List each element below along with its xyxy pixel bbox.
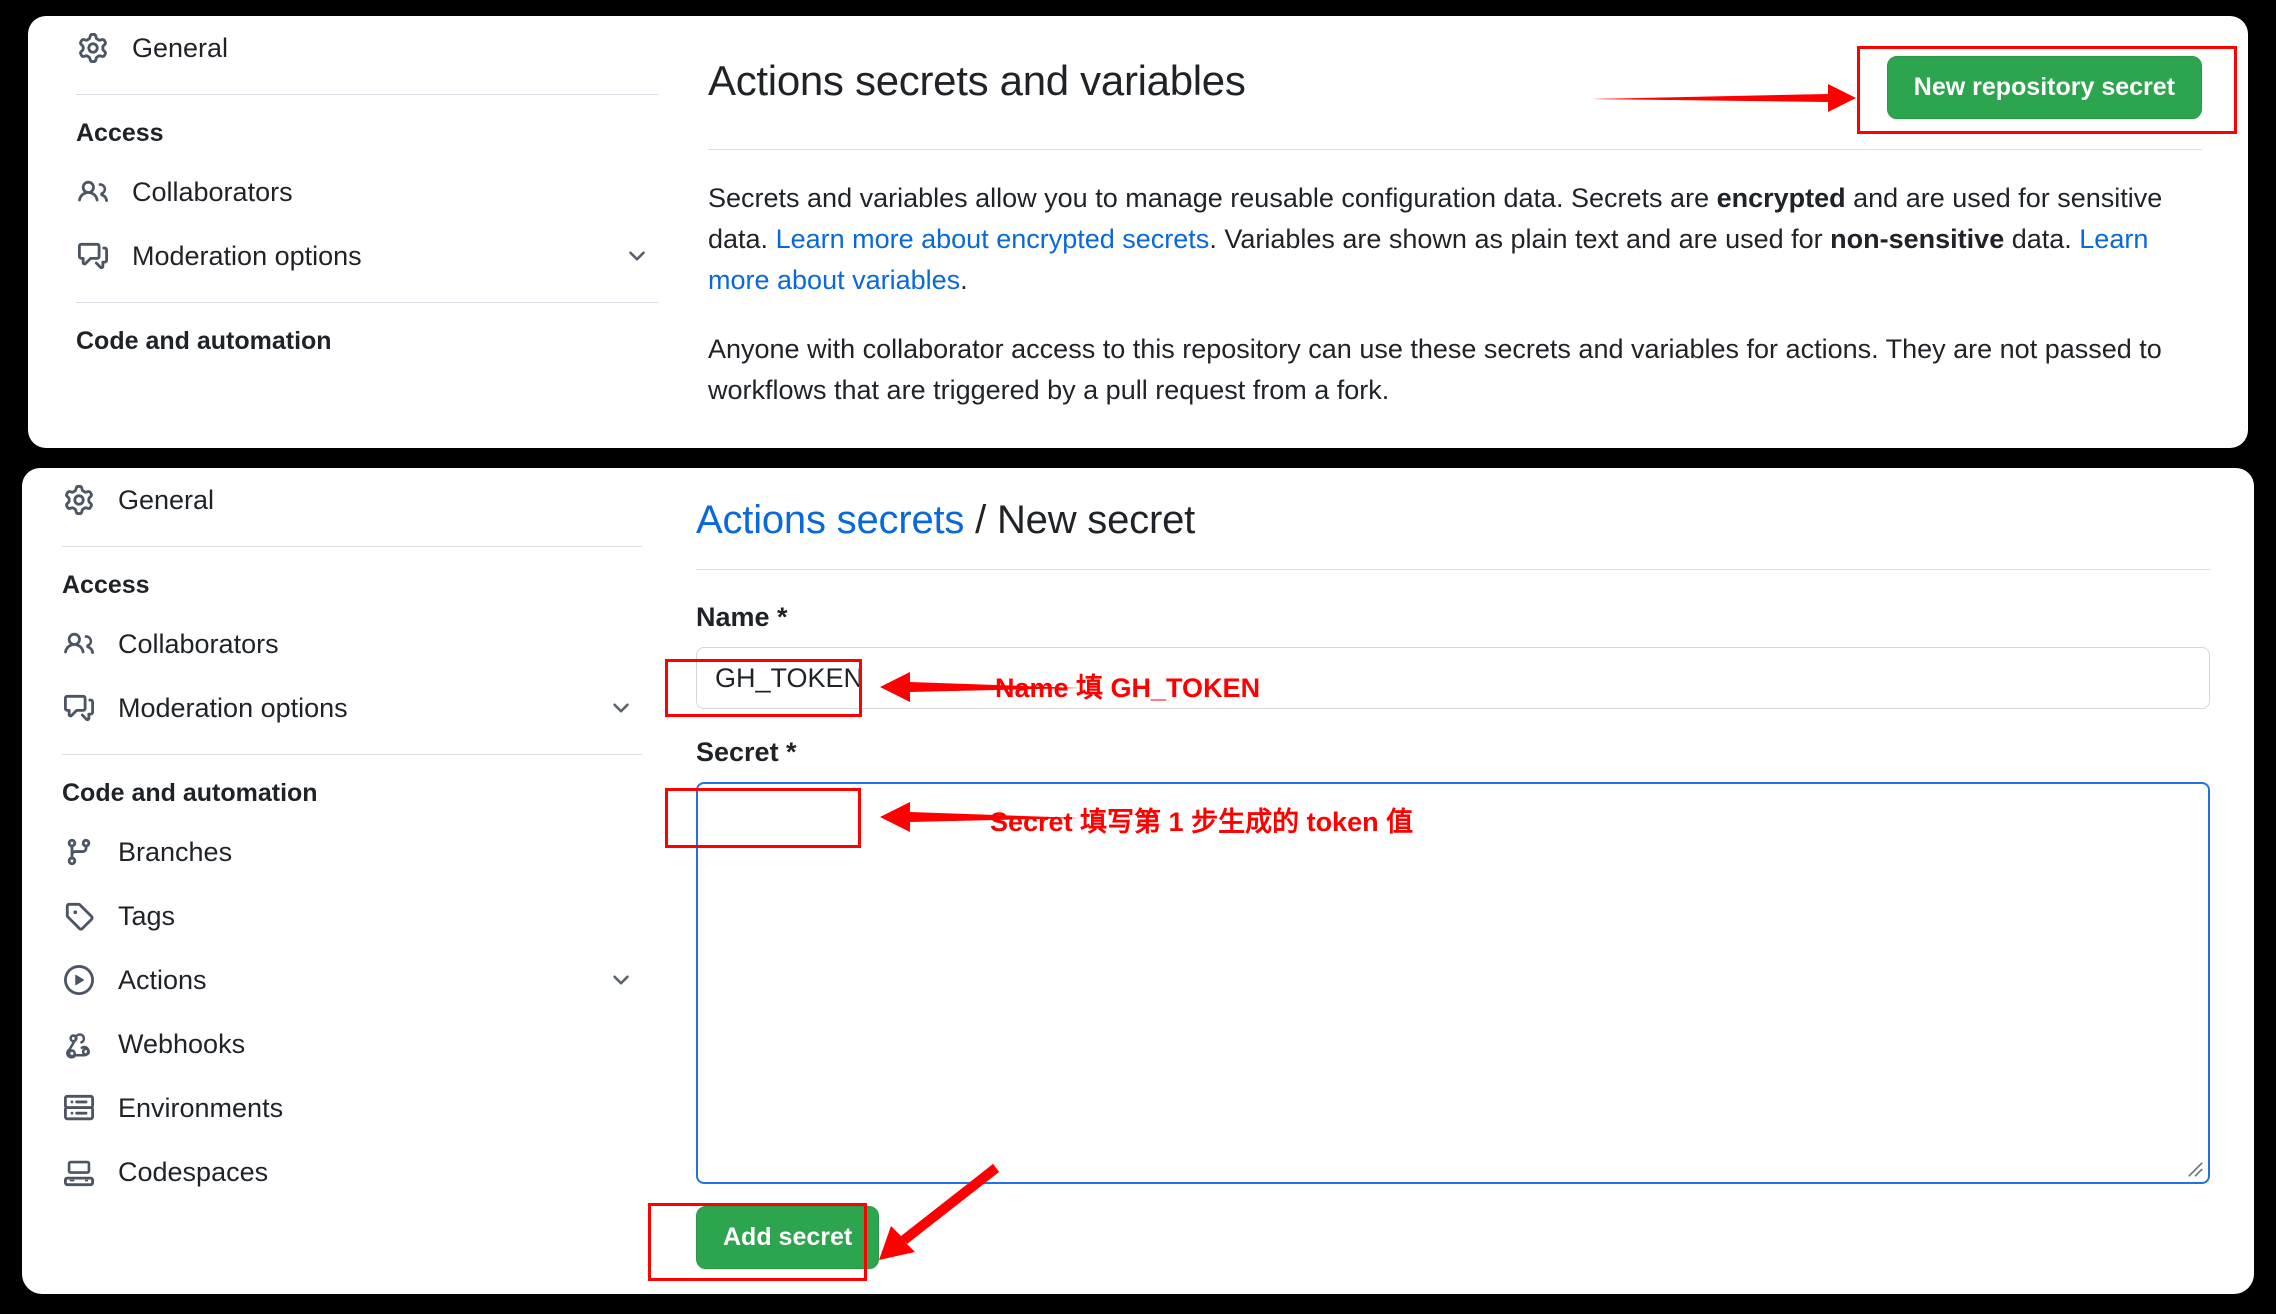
desc-text-4: data. (2004, 224, 2080, 255)
sidebar-item-branches[interactable]: Branches (22, 820, 660, 884)
secret-textarea-wrapper (696, 782, 2210, 1184)
breadcrumb-current: New secret (996, 498, 1196, 542)
breadcrumb-link-actions-secrets[interactable]: Actions secrets (696, 498, 964, 542)
sidebar-divider (76, 94, 658, 95)
secret-value-textarea[interactable] (696, 782, 2210, 1184)
tag-icon (62, 899, 96, 933)
sidebar-item-environments[interactable]: Environments (22, 1076, 660, 1140)
settings-sidebar-bottom: General Access Collaborators Moderation … (22, 468, 660, 1294)
sidebar-item-label: Moderation options (132, 240, 362, 271)
breadcrumb: Actions secrets / New secret (696, 498, 2210, 543)
people-icon (62, 627, 96, 661)
comment-discussion-icon (62, 691, 96, 725)
sidebar-group-access: Access (76, 119, 164, 147)
sidebar-item-label: Collaborators (132, 176, 293, 207)
server-icon (62, 1091, 96, 1125)
sidebar-divider (62, 754, 642, 755)
sidebar-item-label: Environments (118, 1092, 284, 1123)
name-field-label: Name * (696, 602, 788, 632)
header-divider (708, 149, 2202, 150)
secret-field-label: Secret * (696, 737, 797, 767)
new-repository-secret-button[interactable]: New repository secret (1886, 56, 2202, 119)
sidebar-divider (62, 546, 642, 547)
chevron-down-icon[interactable] (624, 243, 650, 269)
sidebar-item-label: Actions (118, 964, 207, 995)
git-branch-icon (62, 835, 96, 869)
breadcrumb-divider (696, 569, 2210, 570)
webhook-icon (62, 1027, 96, 1061)
sidebar-item-collaborators[interactable]: Collaborators (22, 612, 660, 676)
sidebar-item-label: General (132, 32, 229, 63)
sidebar-item-label: Branches (118, 836, 233, 867)
sidebar-item-label: Moderation options (118, 692, 348, 723)
breadcrumb-separator: / (964, 498, 997, 542)
gear-icon (62, 483, 96, 517)
play-circle-icon (62, 963, 96, 997)
desc-bold-non-sensitive: non-sensitive (1830, 224, 2005, 255)
desc-bold-encrypted: encrypted (1716, 183, 1846, 213)
page-title: Actions secrets and variables (708, 57, 1246, 104)
secrets-description-paragraph: Secrets and variables allow you to manag… (708, 178, 2202, 301)
sidebar-item-general[interactable]: General (28, 16, 676, 80)
new-secret-form-main: Actions secrets / New secret Name * Secr… (660, 468, 2254, 1294)
page-header: Actions secrets and variables New reposi… (708, 56, 2202, 119)
sidebar-item-label: General (118, 484, 215, 515)
desc-text-3: . Variables are shown as plain text and … (1209, 224, 1831, 255)
sidebar-item-general[interactable]: General (22, 468, 660, 532)
gear-icon (76, 31, 110, 65)
sidebar-item-moderation-options[interactable]: Moderation options (22, 676, 660, 740)
sidebar-item-label: Collaborators (118, 628, 279, 659)
sidebar-item-label: Codespaces (118, 1156, 269, 1187)
sidebar-group-code-and-automation: Code and automation (62, 779, 318, 807)
secret-name-input[interactable] (696, 647, 2210, 709)
sidebar-group-access: Access (62, 571, 150, 599)
people-icon (76, 175, 110, 209)
sidebar-group-code-and-automation: Code and automation (76, 327, 332, 355)
collaborator-access-paragraph: Anyone with collaborator access to this … (708, 334, 2162, 406)
sidebar-item-actions[interactable]: Actions (22, 948, 660, 1012)
sidebar-item-codespaces[interactable]: Codespaces (22, 1140, 660, 1204)
screenshot-stage: General Access Collaborators Moderation … (0, 0, 2276, 1314)
codespaces-icon (62, 1155, 96, 1189)
sidebar-item-label: Webhooks (118, 1028, 246, 1059)
sidebar-item-collaborators[interactable]: Collaborators (28, 160, 676, 224)
desc-text-5: . (960, 265, 968, 296)
sidebar-item-tags[interactable]: Tags (22, 884, 660, 948)
sidebar-divider (76, 302, 658, 303)
settings-panel-bottom: General Access Collaborators Moderation … (22, 468, 2254, 1294)
add-secret-button[interactable]: Add secret (696, 1206, 880, 1269)
desc-text-1: Secrets and variables allow you to manag… (708, 183, 1717, 213)
sidebar-item-webhooks[interactable]: Webhooks (22, 1012, 660, 1076)
link-encrypted-secrets[interactable]: Learn more about encrypted secrets (776, 224, 1210, 254)
settings-sidebar-top: General Access Collaborators Moderation … (28, 16, 676, 448)
sidebar-item-label: Tags (118, 900, 176, 931)
comment-discussion-icon (76, 239, 110, 273)
chevron-down-icon[interactable] (608, 695, 634, 721)
sidebar-item-moderation-options[interactable]: Moderation options (28, 224, 676, 288)
settings-main-top: Actions secrets and variables New reposi… (676, 16, 2248, 448)
chevron-down-icon[interactable] (608, 967, 634, 993)
settings-panel-top: General Access Collaborators Moderation … (28, 16, 2248, 448)
